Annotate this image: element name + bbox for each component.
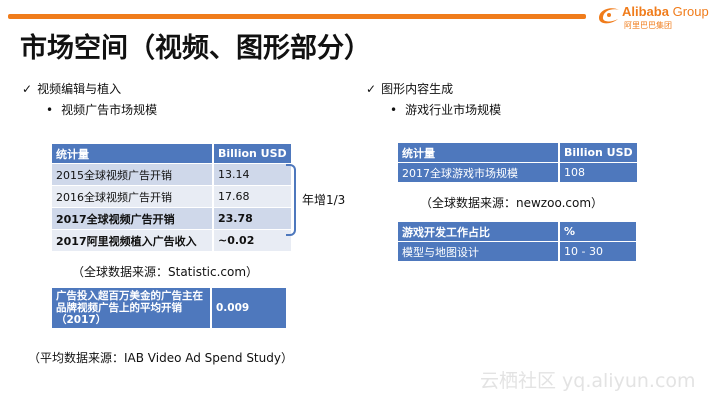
alibaba-group-logo: Alibaba Group 阿里巴巴集团	[596, 2, 710, 34]
table-cell-value: 23.78	[212, 207, 291, 230]
table-cell-value: 108	[558, 162, 637, 182]
table-cell-label: 广告投入超百万美金的广告主在品牌视频广告上的平均开销（2017）	[52, 288, 211, 328]
table-cell-label: 2017全球视频广告开销	[52, 207, 213, 230]
table-header: 统计量	[52, 144, 213, 164]
table-cell-value: 10 - 30	[558, 241, 636, 261]
game-dev-share-table: 游戏开发工作占比 % 模型与地图设计 10 - 30	[398, 222, 636, 261]
page-title: 市场空间（视频、图形部分）	[20, 33, 371, 64]
table-header: 统计量	[398, 143, 559, 163]
source-note: （平均数据来源：IAB Video Ad Spend Study）	[28, 351, 293, 365]
check-icon: ✓	[22, 82, 33, 96]
table-header: Billion USD	[212, 144, 291, 164]
growth-note: 年增1/3	[302, 193, 346, 207]
video-ad-table: 统计量 Billion USD 2015全球视频广告开销 13.14 2016全…	[52, 144, 291, 251]
left-heading: ✓ 视频编辑与植入	[22, 80, 121, 97]
table-header: Billion USD	[558, 143, 637, 163]
table-cell-value: 17.68	[212, 185, 291, 208]
table-row: 2017阿里视频植入广告收入 ~0.02	[52, 229, 291, 251]
logo-group-text: Group	[672, 4, 709, 19]
table-row: 2017全球游戏市场规模 108	[398, 162, 637, 182]
table-row: 模型与地图设计 10 - 30	[398, 241, 636, 261]
table-cell-label: 模型与地图设计	[398, 241, 559, 261]
avg-spend-table: 广告投入超百万美金的广告主在品牌视频广告上的平均开销（2017） 0.009	[52, 288, 286, 328]
table-header-row: 游戏开发工作占比 %	[398, 222, 636, 242]
table-cell-value: 13.14	[212, 163, 291, 186]
table-cell-label: 2015全球视频广告开销	[52, 163, 213, 186]
right-subheading: • 游戏行业市场规模	[390, 101, 501, 118]
logo-text: Alibaba	[622, 4, 669, 19]
alibaba-logo-icon	[599, 8, 619, 24]
right-subheading-text: 游戏行业市场规模	[405, 103, 502, 117]
right-heading: ✓ 图形内容生成	[366, 80, 453, 97]
growth-bracket	[286, 164, 296, 236]
left-subheading-text: 视频广告市场规模	[61, 103, 158, 117]
table-cell-label: 2017阿里视频植入广告收入	[52, 229, 213, 251]
check-icon: ✓	[366, 82, 377, 96]
table-row: 2016全球视频广告开销 17.68	[52, 185, 291, 208]
table-cell-label: 2016全球视频广告开销	[52, 185, 213, 208]
bullet-icon: •	[46, 103, 54, 117]
logo-subtext: 阿里巴巴集团	[624, 21, 672, 30]
table-row: 广告投入超百万美金的广告主在品牌视频广告上的平均开销（2017） 0.009	[52, 288, 286, 328]
table-row: 2015全球视频广告开销 13.14	[52, 163, 291, 186]
game-market-table: 统计量 Billion USD 2017全球游戏市场规模 108	[398, 143, 637, 182]
table-cell-label: 2017全球游戏市场规模	[398, 162, 559, 182]
table-row: 2017全球视频广告开销 23.78	[52, 207, 291, 230]
header-accent-bar	[8, 14, 586, 19]
table-header: 游戏开发工作占比	[398, 222, 559, 242]
table-header: %	[558, 222, 636, 242]
bullet-icon: •	[390, 103, 398, 117]
left-heading-text: 视频编辑与植入	[37, 82, 122, 96]
source-note: （全球数据来源：newzoo.com）	[420, 196, 604, 210]
table-cell-value: 0.009	[210, 288, 286, 328]
right-heading-text: 图形内容生成	[381, 82, 454, 96]
source-note: （全球数据来源：Statistic.com）	[72, 265, 259, 279]
watermark: 云栖社区 yq.aliyun.com	[480, 370, 696, 392]
left-subheading: • 视频广告市场规模	[46, 101, 157, 118]
table-cell-value: ~0.02	[212, 229, 291, 251]
